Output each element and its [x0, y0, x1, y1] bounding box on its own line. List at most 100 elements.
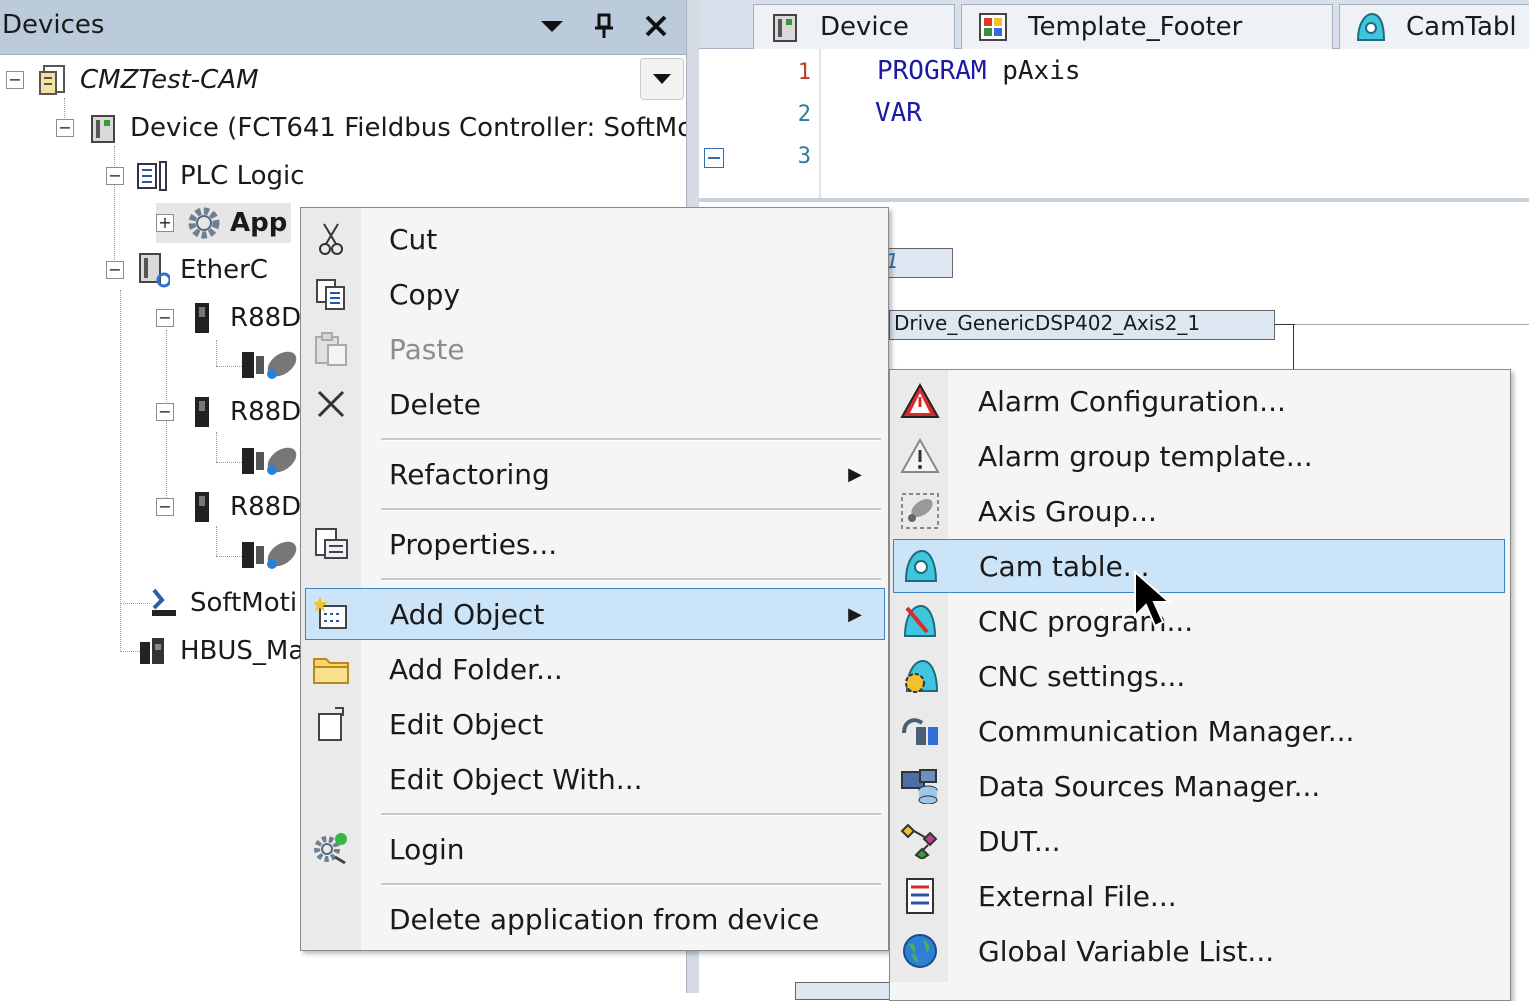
submenu-item-data-sources-manager[interactable]: Data Sources Manager...: [890, 759, 1510, 813]
collapse-icon[interactable]: −: [156, 309, 174, 327]
tab-template-footer[interactable]: Template_Footer: [961, 4, 1333, 49]
submenu-item-alarm-configuration[interactable]: Alarm Configuration...: [890, 374, 1510, 428]
dut-icon: [900, 821, 940, 861]
ethercat-master-icon: [136, 253, 170, 288]
softmotion-icon: [146, 586, 180, 620]
menu-item-delete-application[interactable]: Delete application from device: [301, 893, 888, 945]
submenu-item-communication-manager[interactable]: Communication Manager...: [890, 704, 1510, 758]
add-object-icon: [312, 594, 352, 634]
project-dropdown-button[interactable]: [640, 58, 684, 100]
properties-icon: [311, 524, 351, 564]
submenu-item-dut[interactable]: DUT...: [890, 814, 1510, 868]
collapse-icon[interactable]: −: [156, 403, 174, 421]
visualization-icon: [976, 10, 1010, 44]
collapse-icon[interactable]: −: [106, 167, 124, 185]
submenu-item-cnc-program[interactable]: CNC program...: [890, 594, 1510, 648]
fbd-axis-variable: Drive_GenericDSP402_Axis2_1: [889, 310, 1275, 340]
menu-item-copy[interactable]: Copy: [301, 268, 888, 320]
axis-icon: [242, 346, 300, 388]
device-icon: [86, 111, 120, 145]
code-line-1: PROGRAM pAxis: [877, 56, 1081, 86]
collapse-icon[interactable]: −: [56, 119, 74, 137]
submenu-item-cnc-settings[interactable]: CNC settings...: [890, 649, 1510, 703]
declaration-editor[interactable]: 1 2 3 PROGRAM pAxis VAR: [699, 48, 1529, 198]
data-sources-icon: [900, 766, 940, 806]
cnc-settings-icon: [900, 656, 940, 696]
login-icon: [311, 829, 351, 869]
tree-item-label: SoftMoti: [190, 588, 298, 618]
menu-item-paste[interactable]: Paste: [301, 323, 888, 375]
tree-item-label: App: [230, 208, 288, 238]
tree-item-softmotion[interactable]: SoftMoti: [146, 583, 297, 623]
servo-drive-icon: [186, 395, 220, 429]
menu-item-add-folder[interactable]: Add Folder...: [301, 643, 888, 695]
edit-object-icon: [311, 704, 351, 744]
copy-icon: [311, 274, 351, 314]
tab-camtable[interactable]: CamTabl: [1339, 4, 1529, 49]
tree-item-drive-3[interactable]: − R88D: [156, 487, 301, 527]
cam-table-icon: [1354, 10, 1388, 44]
tree-item-drive-1[interactable]: − R88D: [156, 298, 301, 338]
devices-panel-header: Devices: [0, 0, 686, 55]
tree-item-device[interactable]: − Device (FCT641 Fieldbus Controller: So…: [56, 108, 711, 148]
menu-item-add-object[interactable]: Add Object ▶: [305, 588, 885, 640]
code-line-2: VAR: [875, 98, 922, 128]
menu-item-edit-object-with[interactable]: Edit Object With...: [301, 753, 888, 805]
application-gear-icon: [186, 206, 220, 240]
tree-item-drive-2[interactable]: − R88D: [156, 392, 301, 432]
delete-icon: [311, 384, 351, 424]
panel-menu-dropdown-icon[interactable]: [534, 8, 570, 44]
submenu-item-alarm-group-template[interactable]: Alarm group template...: [890, 429, 1510, 483]
tab-label: Device: [820, 12, 909, 42]
collapse-icon[interactable]: −: [6, 71, 24, 89]
close-panel-icon[interactable]: [638, 8, 674, 44]
pin-icon[interactable]: [586, 8, 622, 44]
collapse-icon[interactable]: −: [106, 261, 124, 279]
folder-icon: [311, 649, 351, 689]
mouse-cursor-icon: [1133, 569, 1173, 634]
scissors-icon: [311, 219, 351, 259]
submenu-item-global-variable-list[interactable]: Global Variable List...: [890, 924, 1510, 978]
submenu-arrow-icon: ▶: [848, 603, 862, 625]
collapse-icon[interactable]: −: [156, 498, 174, 516]
menu-item-delete[interactable]: Delete: [301, 378, 888, 430]
globe-icon: [900, 931, 940, 971]
menu-item-cut[interactable]: Cut: [301, 213, 888, 265]
axis-icon: [242, 536, 300, 578]
servo-drive-icon: [186, 301, 220, 335]
communication-manager-icon: [900, 711, 940, 751]
menu-item-edit-object[interactable]: Edit Object: [301, 698, 888, 750]
axis-group-icon: [900, 491, 940, 531]
submenu-item-cam-table[interactable]: Cam table...: [893, 539, 1505, 593]
tree-item-plc-logic[interactable]: − PLC Logic: [106, 156, 305, 196]
axis-icon: [242, 442, 300, 484]
tree-item-project[interactable]: − CMZTest-CAM: [6, 60, 259, 100]
hbus-module-icon: [136, 634, 170, 668]
cnc-program-icon: [900, 601, 940, 641]
tree-item-ethercat[interactable]: − EtherC: [106, 250, 268, 290]
submenu-item-axis-group[interactable]: Axis Group...: [890, 484, 1510, 538]
line-number: 2: [797, 102, 811, 127]
fbd-input-box: 1: [879, 248, 953, 278]
submenu-arrow-icon: ▶: [848, 463, 862, 485]
submenu-item-external-file[interactable]: External File...: [890, 869, 1510, 923]
menu-item-refactoring[interactable]: Refactoring ▶: [301, 448, 888, 500]
alarm-configuration-icon: [900, 381, 940, 421]
tree-item-label: PLC Logic: [180, 161, 305, 191]
tree-item-label: HBUS_Ma: [180, 636, 305, 666]
fold-collapse-icon[interactable]: [704, 148, 724, 168]
tree-item-label: R88D: [230, 492, 302, 522]
tree-item-label: R88D: [230, 397, 302, 427]
servo-drive-icon: [186, 490, 220, 524]
tree-item-label: EtherC: [180, 255, 268, 285]
expand-icon[interactable]: +: [156, 214, 174, 232]
alarm-group-icon: [900, 436, 940, 476]
tree-item-label: CMZTest-CAM: [80, 65, 259, 95]
tree-item-hbus[interactable]: HBUS_Ma: [136, 631, 304, 671]
menu-item-login[interactable]: Login: [301, 823, 888, 875]
paste-icon: [311, 329, 351, 369]
tab-device[interactable]: Device: [753, 4, 955, 49]
menu-item-properties[interactable]: Properties...: [301, 518, 888, 570]
editor-tab-strip: Device Template_Footer CamTabl: [699, 0, 1529, 49]
tree-item-application[interactable]: + App: [156, 203, 292, 243]
